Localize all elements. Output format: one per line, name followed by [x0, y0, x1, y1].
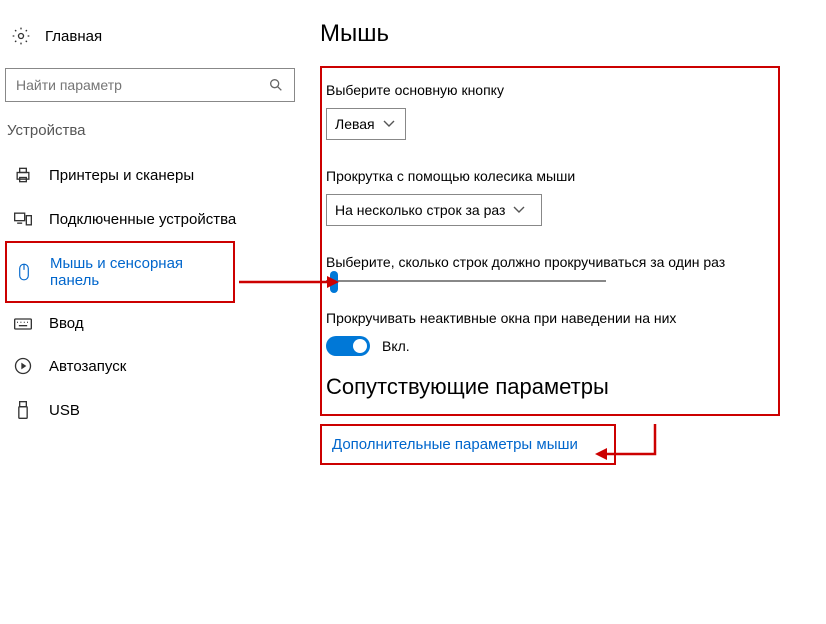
primary-button-label: Выберите основную кнопку — [326, 82, 768, 98]
sidebar-item-autoplay[interactable]: Автозапуск — [5, 344, 305, 388]
slider-thumb[interactable] — [330, 271, 338, 293]
lines-slider[interactable] — [326, 280, 768, 282]
related-settings-title: Сопутствующие параметры — [326, 374, 768, 400]
search-icon — [268, 77, 284, 93]
slider-track — [326, 280, 606, 282]
lines-per-scroll-label: Выберите, сколько строк должно прокручив… — [326, 254, 768, 270]
sidebar-item-usb[interactable]: USB — [5, 388, 305, 432]
sidebar-item-label: Ввод — [49, 315, 84, 332]
mouse-icon — [15, 262, 34, 282]
sidebar-item-label: Мышь и сенсорная панель — [50, 255, 227, 289]
sidebar-item-connected[interactable]: Подключенные устройства — [5, 197, 305, 241]
usb-icon — [13, 400, 33, 420]
printer-icon — [13, 165, 33, 185]
page-title: Мышь — [320, 20, 816, 48]
toggle-knob — [353, 339, 367, 353]
nav-home-label: Главная — [45, 28, 102, 45]
sidebar-item-label: Принтеры и сканеры — [49, 167, 194, 184]
autoplay-icon — [13, 356, 33, 376]
chevron-down-icon — [383, 120, 395, 128]
annotation-box-main: Выберите основную кнопку Левая Прокрутка… — [320, 66, 780, 416]
sidebar-category: Устройства — [5, 122, 305, 139]
sidebar-item-printers[interactable]: Принтеры и сканеры — [5, 153, 305, 197]
inactive-windows-toggle[interactable] — [326, 336, 370, 356]
keyboard-icon — [13, 316, 33, 332]
chevron-down-icon — [513, 206, 525, 214]
primary-button-value: Левая — [335, 116, 375, 132]
gear-icon — [11, 26, 31, 46]
search-input-box[interactable] — [5, 68, 295, 102]
scroll-wheel-select[interactable]: На несколько строк за раз — [326, 194, 542, 226]
sidebar-item-typing[interactable]: Ввод — [5, 303, 305, 344]
inactive-windows-label: Прокручивать неактивные окна при наведен… — [326, 310, 768, 326]
annotation-box-link: Дополнительные параметры мыши — [320, 424, 616, 465]
nav-home[interactable]: Главная — [5, 20, 305, 52]
sidebar-item-label: Подключенные устройства — [49, 211, 236, 228]
devices-icon — [13, 209, 33, 229]
additional-mouse-options-link[interactable]: Дополнительные параметры мыши — [332, 436, 578, 453]
search-input[interactable] — [16, 77, 268, 93]
sidebar-item-label: USB — [49, 402, 80, 419]
sidebar-item-mouse[interactable]: Мышь и сенсорная панель — [5, 241, 235, 303]
sidebar-item-label: Автозапуск — [49, 358, 126, 375]
toggle-state-label: Вкл. — [382, 338, 410, 354]
scroll-wheel-value: На несколько строк за раз — [335, 202, 505, 218]
primary-button-select[interactable]: Левая — [326, 108, 406, 140]
scroll-wheel-label: Прокрутка с помощью колесика мыши — [326, 168, 768, 184]
